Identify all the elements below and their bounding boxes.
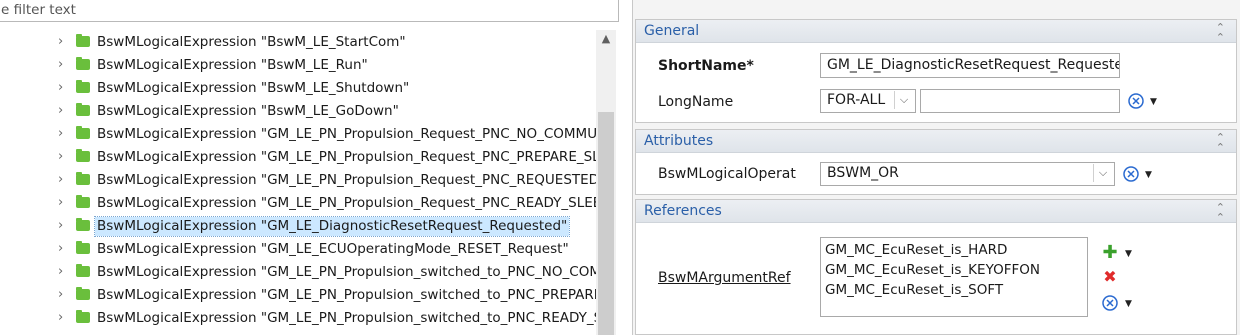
logical-operator-value: BSWM_OR [827, 165, 899, 181]
tree-scrollbar[interactable]: ▲ [596, 30, 616, 335]
tree-item[interactable]: › BswMLogicalExpression "BswM_LE_GoDown" [0, 100, 600, 123]
longname-language-select[interactable]: FOR-ALL ⌵ [820, 89, 916, 113]
attributes-section: Attributes ⌃ ⌃ BswMLogicalOperat BSWM_OR … [635, 129, 1237, 195]
references-section: References ⌃ ⌃ BswMArgumentRef GM_MC_EcuR… [635, 199, 1237, 335]
shortname-field[interactable]: GM_LE_DiagnosticResetRequest_Requested [820, 53, 1120, 78]
chevron-right-icon[interactable]: › [58, 196, 70, 209]
folder-icon [76, 310, 90, 323]
tree-item[interactable]: › BswMLogicalExpression "BswM_LE_StartCom… [0, 31, 600, 54]
general-section: General ⌃ ⌃ ShortName* GM_LE_DiagnosticRe… [635, 19, 1237, 123]
logical-operator-label: BswMLogicalOperat [658, 166, 796, 182]
reset-icon[interactable] [1101, 294, 1119, 312]
tree-item[interactable]: › BswMLogicalExpression "GM_LE_PN_Propuls… [0, 146, 600, 169]
folder-icon [76, 57, 90, 70]
tree-item[interactable]: › BswMLogicalExpression "GM_LE_PN_Propuls… [0, 169, 600, 192]
collapse-icon[interactable]: ⌃ ⌃ [1216, 132, 1225, 153]
tree-item[interactable]: › BswMLogicalExpression "GM_LE_PN_Propuls… [0, 284, 600, 307]
dropdown-arrow-icon[interactable]: ▼ [1150, 98, 1160, 107]
tree-item-label: BswMLogicalExpression "BswM_LE_Shutdown" [97, 80, 410, 96]
tree-item-label: BswMLogicalExpression "GM_LE_DiagnosticR… [93, 216, 571, 237]
shortname-label: ShortName* [658, 58, 754, 74]
scroll-up-icon[interactable]: ▲ [599, 32, 613, 46]
folder-icon [76, 195, 90, 208]
folder-icon [76, 287, 90, 300]
list-item[interactable]: GM_MC_EcuReset_is_SOFT [825, 280, 1083, 300]
chevron-right-icon[interactable]: › [58, 288, 70, 301]
properties-editor: General ⌃ ⌃ ShortName* GM_LE_DiagnosticRe… [632, 0, 1240, 335]
chevron-right-icon[interactable]: › [58, 81, 70, 94]
list-item[interactable]: GM_MC_EcuReset_is_KEYOFFON [825, 260, 1083, 280]
scrollbar-thumb[interactable] [598, 112, 614, 335]
tree-item-label: BswMLogicalExpression "BswM_LE_Run" [97, 57, 368, 73]
tree-item[interactable]: › BswMLogicalExpression "GM_LE_PN_Propuls… [0, 261, 600, 284]
chevron-right-icon[interactable]: › [58, 311, 70, 324]
tree-item[interactable]: › BswMLogicalExpression "GM_LE_PN_Propuls… [0, 307, 600, 330]
chevron-right-icon[interactable]: › [58, 127, 70, 140]
tree-item-label: BswMLogicalExpression "BswM_LE_StartCom" [97, 34, 406, 50]
dropdown-arrow-icon[interactable]: ▼ [1125, 300, 1135, 309]
folder-icon [76, 103, 90, 116]
reset-icon[interactable] [1122, 165, 1140, 183]
tree-item-label: BswMLogicalExpression "GM_LE_PN_Propulsi… [97, 126, 600, 142]
chevron-right-icon[interactable]: › [58, 242, 70, 255]
outline-tree-pane: › BswMLogicalExpression "BswM_LE_StartCom… [0, 0, 620, 335]
chevron-right-icon[interactable]: › [58, 35, 70, 48]
longname-label: LongName [658, 94, 734, 110]
chevron-down-icon[interactable]: ⌵ [1093, 164, 1112, 182]
folder-icon [76, 218, 90, 231]
general-section-header[interactable]: General ⌃ ⌃ [636, 20, 1236, 43]
folder-icon [76, 80, 90, 93]
tree-item[interactable]: › BswMLogicalExpression "BswM_LE_Shutdown… [0, 77, 600, 100]
chevron-right-icon[interactable]: › [58, 173, 70, 186]
general-section-title: General [644, 23, 700, 39]
dropdown-arrow-icon[interactable]: ▼ [1145, 171, 1155, 180]
references-section-header[interactable]: References ⌃ ⌃ [636, 200, 1236, 223]
list-item[interactable]: GM_MC_EcuReset_is_HARD [825, 240, 1083, 260]
tree-item-label: BswMLogicalExpression "GM_LE_PN_Propulsi… [97, 310, 600, 326]
chevron-right-icon[interactable]: › [58, 265, 70, 278]
add-icon[interactable]: ✚ [1102, 244, 1118, 262]
chevron-right-icon[interactable]: › [58, 58, 70, 71]
chevron-right-icon[interactable]: › [58, 104, 70, 117]
collapse-icon[interactable]: ⌃ ⌃ [1216, 202, 1225, 223]
tree-item-label: BswMLogicalExpression "GM_LE_PN_Propulsi… [97, 287, 600, 303]
collapse-icon[interactable]: ⌃ ⌃ [1216, 22, 1225, 43]
longname-field[interactable] [920, 89, 1120, 113]
longname-language-value: FOR-ALL [827, 92, 886, 108]
folder-icon [76, 149, 90, 162]
attributes-section-title: Attributes [644, 133, 714, 149]
tree-item-label: BswMLogicalExpression "GM_LE_PN_Propulsi… [97, 264, 600, 280]
tree-item[interactable]: › BswMLogicalExpression "GM_LE_Diagnostic… [0, 215, 600, 238]
tree-item-label: BswMLogicalExpression "GM_LE_PN_Propulsi… [97, 195, 600, 211]
tree-item-label: BswMLogicalExpression "GM_LE_PN_Propulsi… [97, 149, 600, 165]
tree-item-label: BswMLogicalExpression "GM_LE_PN_Propulsi… [97, 172, 600, 188]
folder-icon [76, 34, 90, 47]
references-section-title: References [644, 203, 722, 219]
tree-item[interactable]: › BswMLogicalExpression "BswM_LE_Run" [0, 54, 600, 77]
chevron-down-icon[interactable]: ⌵ [894, 91, 913, 109]
chevron-right-icon[interactable]: › [58, 150, 70, 163]
tree-item-label: BswMLogicalExpression "GM_LE_ECUOperatin… [97, 241, 569, 257]
folder-icon [76, 241, 90, 254]
folder-icon [76, 172, 90, 185]
argument-ref-label[interactable]: BswMArgumentRef [658, 270, 791, 286]
dropdown-arrow-icon[interactable]: ▼ [1125, 250, 1135, 259]
logical-operator-select[interactable]: BSWM_OR ⌵ [820, 162, 1115, 186]
attributes-section-header[interactable]: Attributes ⌃ ⌃ [636, 130, 1236, 153]
tree-item[interactable]: › BswMLogicalExpression "GM_LE_ECUOperati… [0, 238, 600, 261]
filter-box [0, 0, 619, 22]
reset-icon[interactable] [1127, 92, 1145, 110]
folder-icon [76, 264, 90, 277]
element-tree: › BswMLogicalExpression "BswM_LE_StartCom… [0, 30, 600, 335]
tree-item[interactable]: › BswMLogicalExpression "GM_LE_PN_Propuls… [0, 123, 600, 146]
tree-item-label: BswMLogicalExpression "BswM_LE_GoDown" [97, 103, 399, 119]
remove-icon[interactable]: ✖ [1102, 269, 1118, 285]
chevron-right-icon[interactable]: › [58, 219, 70, 232]
filter-input[interactable] [0, 0, 601, 20]
argument-ref-list[interactable]: GM_MC_EcuReset_is_HARD GM_MC_EcuReset_is… [820, 237, 1088, 317]
tree-item[interactable]: › BswMLogicalExpression "GM_LE_PN_Propuls… [0, 192, 600, 215]
folder-icon [76, 126, 90, 139]
